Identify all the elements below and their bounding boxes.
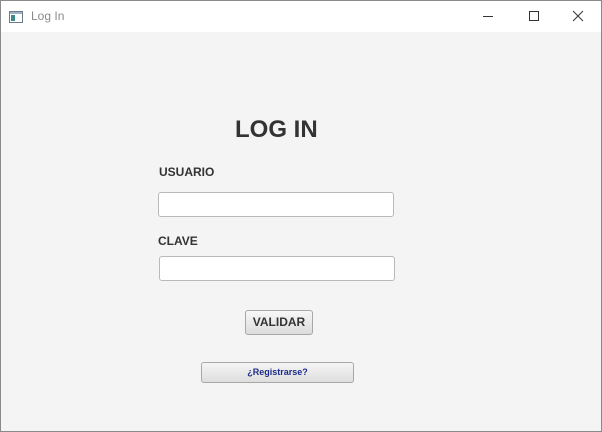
window-title: Log In [31, 9, 65, 23]
page-title: LOG IN [235, 116, 318, 143]
password-field[interactable] [159, 256, 395, 281]
maximize-icon [529, 11, 539, 21]
close-icon [572, 10, 584, 22]
username-field[interactable] [158, 192, 394, 217]
password-label: CLAVE [158, 234, 198, 248]
login-form: LOG IN USUARIO CLAVE VALIDAR ¿Registrars… [1, 32, 601, 431]
username-label: USUARIO [159, 165, 215, 179]
app-icon [9, 10, 23, 23]
minimize-icon [483, 16, 493, 17]
maximize-button[interactable] [511, 1, 557, 32]
validate-button[interactable]: VALIDAR [245, 310, 313, 335]
title-bar[interactable]: Log In [1, 1, 601, 32]
minimize-button[interactable] [465, 1, 511, 32]
register-button[interactable]: ¿Registrarse? [201, 362, 354, 383]
login-window: Log In LOG IN USUARIO CLAVE VALIDAR ¿Reg… [0, 0, 602, 432]
close-button[interactable] [555, 1, 601, 32]
